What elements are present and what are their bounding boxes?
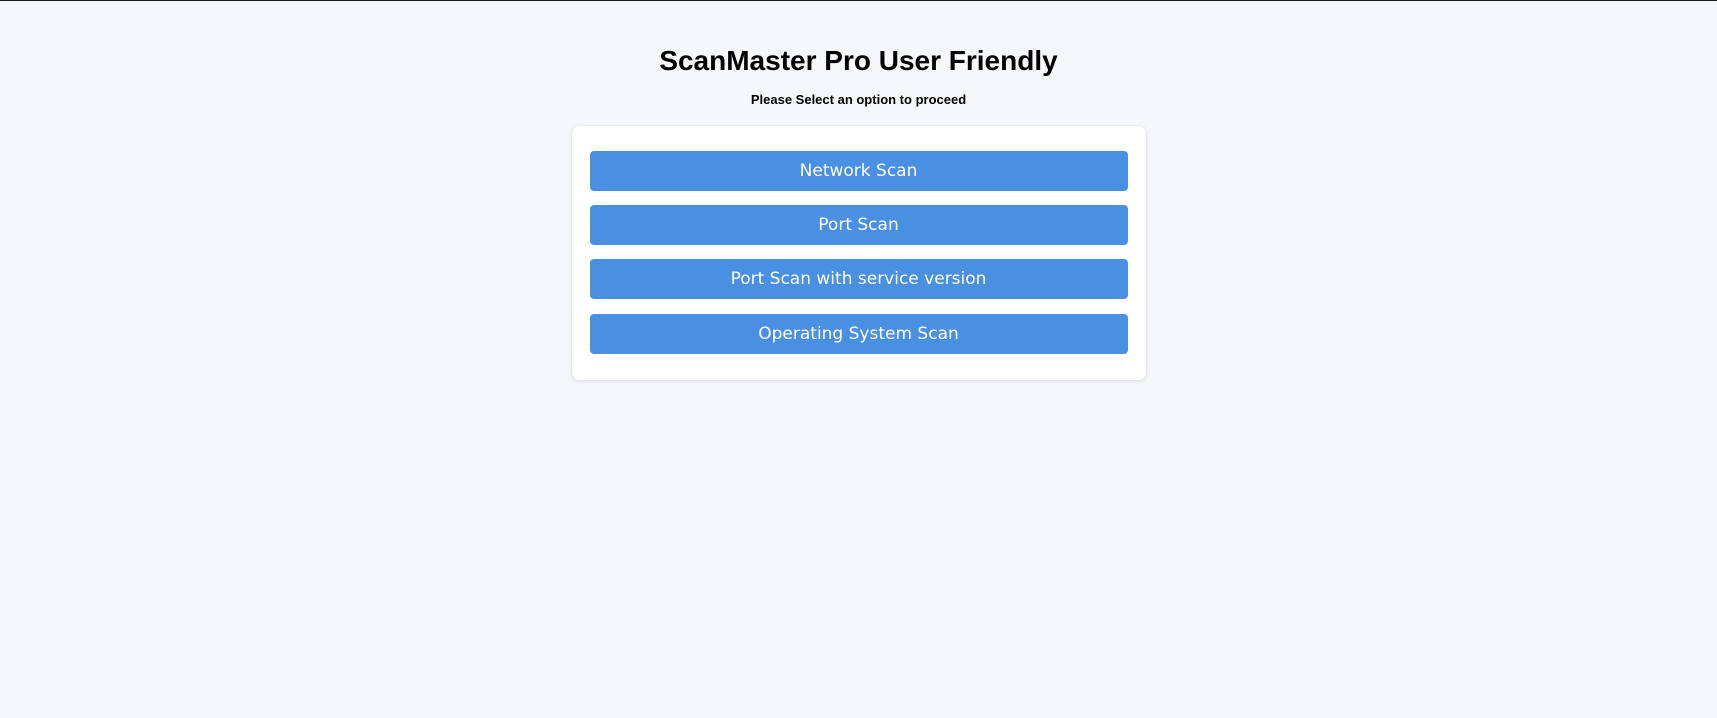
page-subtitle: Please Select an option to proceed (750, 92, 967, 107)
network-scan-button[interactable]: Network Scan (589, 151, 1128, 191)
port-scan-service-version-button[interactable]: Port Scan with service version (589, 259, 1128, 299)
main-page: ScanMaster Pro User Friendly Please Sele… (0, 1, 1717, 380)
options-card: Network Scan Port Scan Port Scan with se… (571, 126, 1146, 380)
port-scan-button[interactable]: Port Scan (589, 205, 1128, 245)
page-title: ScanMaster Pro User Friendly (659, 45, 1058, 76)
operating-system-scan-button[interactable]: Operating System Scan (589, 314, 1128, 354)
